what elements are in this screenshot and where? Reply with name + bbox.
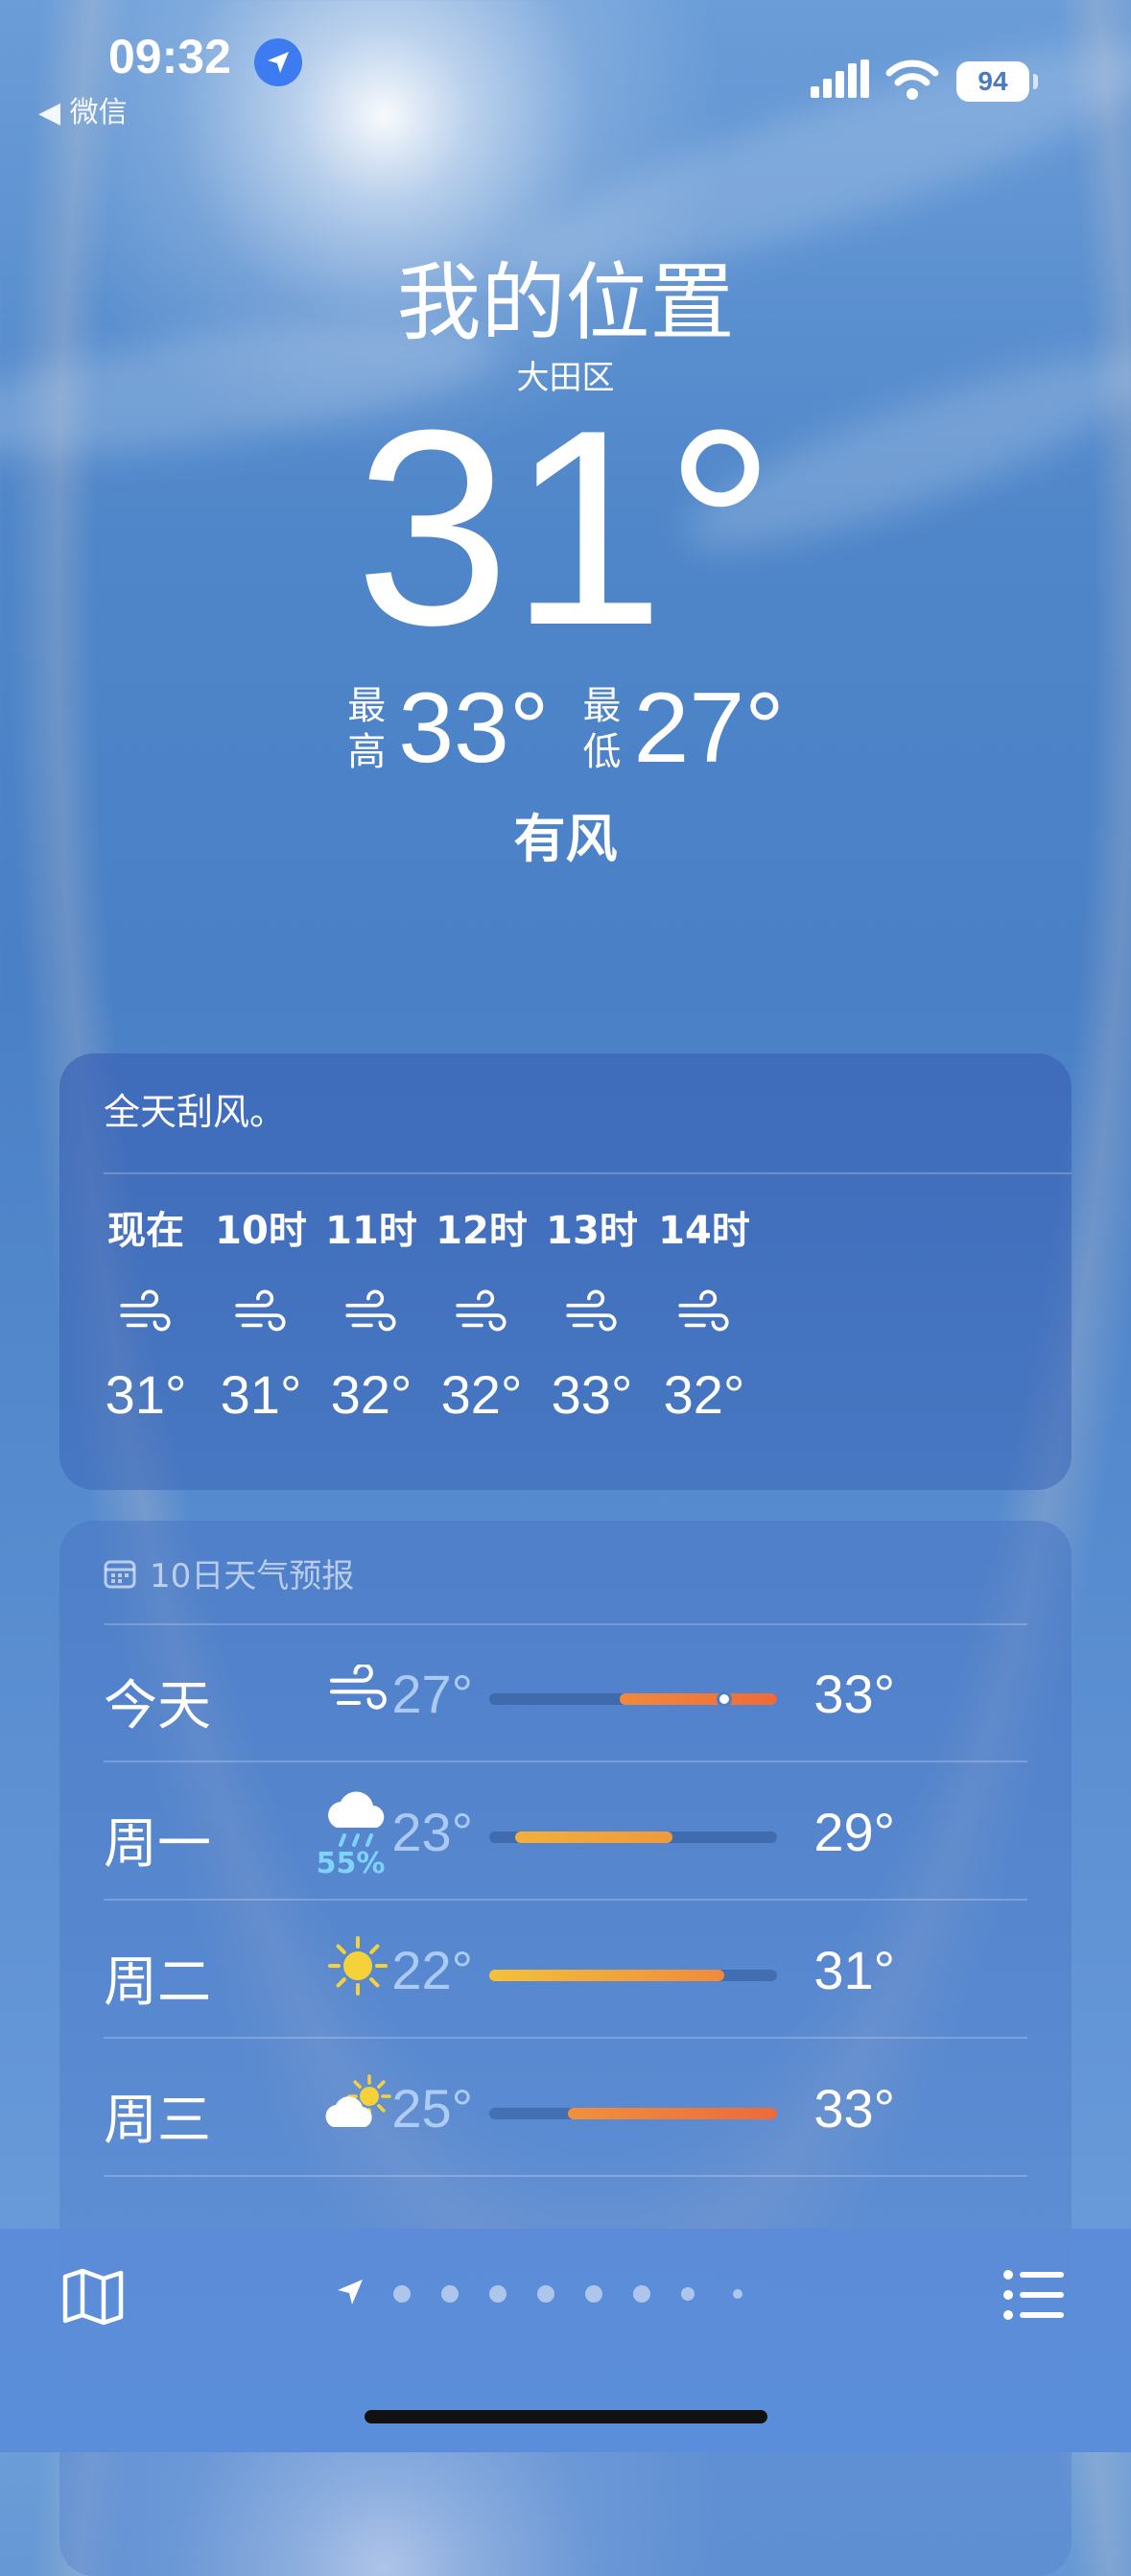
hour-label: 10时	[215, 1209, 307, 1253]
temperature-range-bar	[489, 1691, 777, 1707]
weather-condition: 有风	[513, 809, 618, 869]
hourly-item: 11时 32°	[314, 1202, 429, 1426]
divider	[104, 1172, 1072, 1174]
battery-tip	[1033, 74, 1038, 89]
hour-temperature: 33°	[551, 1364, 633, 1425]
divider	[104, 2175, 1027, 2177]
ten-day-header: 10日天气预报	[104, 1549, 354, 1596]
low-temperature: 23°	[391, 1802, 473, 1862]
hour-icon-wrap	[647, 1287, 762, 1354]
current-location-page-icon[interactable]	[336, 2278, 365, 2306]
high-low-temperatures: 最高 33° 最低 27°	[0, 672, 1131, 786]
status-time: 09:32	[108, 30, 231, 83]
hour-label: 现在	[107, 1209, 184, 1253]
hourly-summary: 全天刮风。	[104, 1091, 287, 1133]
low-label: 最低	[582, 683, 622, 774]
list-icon[interactable]	[1002, 2269, 1066, 2321]
wind-icon	[456, 1289, 507, 1332]
wind-icon	[678, 1289, 729, 1332]
hourly-item: 12时 32°	[424, 1202, 539, 1426]
low-temperature: 25°	[391, 2078, 473, 2139]
cellular-signal-icon	[811, 59, 869, 98]
hour-label: 12时	[436, 1209, 528, 1253]
temperature-range-bar	[489, 1832, 777, 1843]
hourly-item: 现在 31°	[88, 1202, 203, 1426]
daily-row[interactable]: 周一 55% 23° 29°	[104, 1762, 1027, 1901]
temperature-range-fill	[567, 2108, 777, 2119]
home-indicator	[365, 2410, 767, 2423]
hour-icon-wrap	[88, 1287, 203, 1354]
hour-label: 11时	[325, 1209, 417, 1253]
hourly-item: 13时 33°	[534, 1202, 649, 1426]
low-temperature: 27°	[391, 1664, 473, 1724]
page-dot[interactable]	[733, 2289, 742, 2299]
page-dot[interactable]	[489, 2285, 507, 2303]
high-temperature: 29°	[813, 1802, 895, 1862]
calendar-icon	[104, 1560, 136, 1588]
daily-row[interactable]: 周二 22° 31°	[104, 1901, 1027, 2039]
hourly-forecast-card[interactable]: 全天刮风。 现在 31° 10时 31° 11时 32° 12时 32° 13时 33° 14时 32…	[59, 1053, 1072, 1490]
temperature-range-bar	[489, 1970, 777, 1981]
hour-icon-wrap	[424, 1287, 539, 1354]
wind-icon	[235, 1289, 286, 1332]
temperature-range-fill	[515, 1832, 672, 1843]
hour-label: 13时	[546, 1209, 638, 1253]
daily-row[interactable]: 今天 27° 33°	[104, 1624, 1027, 1762]
status-bar: 09:32 ◀ 微信 94	[0, 0, 1131, 130]
hour-icon-wrap	[534, 1287, 649, 1354]
hour-temperature: 32°	[663, 1364, 745, 1425]
page-dot[interactable]	[585, 2285, 602, 2303]
map-icon[interactable]	[61, 2267, 125, 2327]
high-temperature: 33°	[813, 2078, 895, 2139]
high-temperature: 33°	[398, 673, 550, 784]
wind-icon	[566, 1289, 617, 1332]
high-temperature: 33°	[813, 1664, 895, 1724]
temperature-range-fill	[489, 1970, 725, 1981]
low-temperature: 22°	[391, 1940, 473, 2000]
location-arrow-icon	[254, 38, 302, 86]
day-label: 周一	[104, 1813, 211, 1876]
page-dot[interactable]	[441, 2285, 459, 2303]
hourly-item: 14时 32°	[647, 1202, 762, 1426]
page-dot[interactable]	[633, 2285, 650, 2303]
day-label: 今天	[104, 1675, 211, 1737]
hour-temperature: 31°	[105, 1364, 187, 1425]
location-title: 我的位置	[396, 253, 735, 352]
current-temperature: 31°	[355, 372, 776, 683]
wind-icon	[345, 1289, 396, 1332]
hour-temperature: 32°	[330, 1364, 412, 1425]
hour-label: 14时	[658, 1209, 750, 1253]
page-dot[interactable]	[537, 2285, 554, 2303]
hour-icon-wrap	[203, 1287, 318, 1354]
ten-day-title: 10日天气预报	[150, 1557, 355, 1595]
high-label: 最高	[347, 683, 387, 774]
hour-temperature: 31°	[220, 1364, 302, 1425]
hour-temperature: 32°	[440, 1364, 523, 1425]
battery-level: 94	[956, 61, 1029, 102]
daily-row[interactable]: 周三 25° 33°	[104, 2039, 1027, 2177]
low-temperature: 27°	[633, 673, 785, 784]
high-temperature: 31°	[813, 1940, 895, 2000]
page-dot[interactable]	[393, 2285, 411, 2303]
wind-icon	[120, 1289, 171, 1332]
back-to-wechat-link[interactable]: ◀ 微信	[38, 88, 128, 130]
day-label: 周二	[104, 1951, 211, 2014]
temperature-range-bar	[489, 2108, 777, 2119]
page-dot[interactable]	[681, 2287, 695, 2301]
hour-icon-wrap	[314, 1287, 429, 1354]
day-label: 周三	[104, 2090, 211, 2152]
wifi-icon	[885, 59, 939, 100]
hourly-item: 10时 31°	[203, 1202, 318, 1426]
temperature-range-fill	[620, 1693, 777, 1705]
